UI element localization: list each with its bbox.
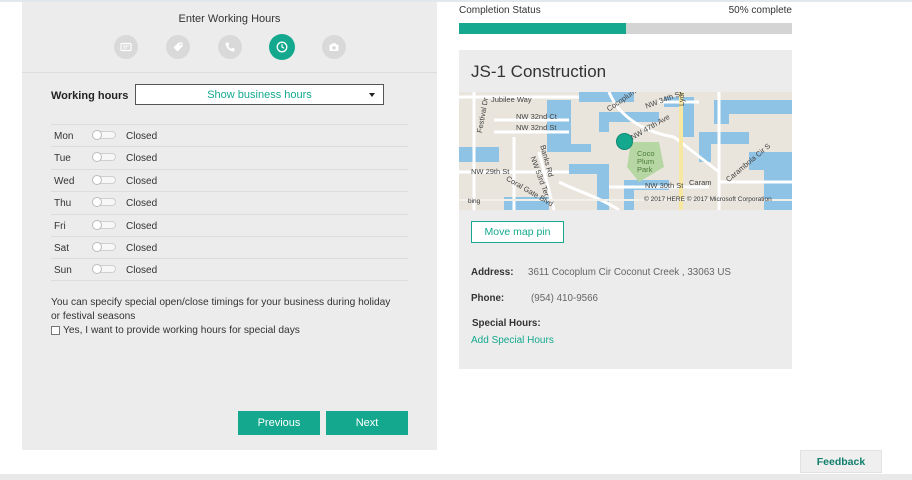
day-name: Fri xyxy=(54,220,66,232)
map-copyright: © 2017 HERE © 2017 Microsoft Corporation xyxy=(644,196,772,203)
map-label-jubilee: Jubilee Way xyxy=(491,95,532,104)
special-days-description: You can specify special open/close timin… xyxy=(51,297,391,322)
day-status: Closed xyxy=(126,265,158,277)
toggle-knob xyxy=(92,174,102,185)
business-hours-select-value: Show business hours xyxy=(207,88,312,101)
day-toggle[interactable] xyxy=(92,241,116,252)
toggle-knob xyxy=(92,264,102,275)
step-id-card-icon[interactable] xyxy=(114,35,138,59)
working-hours-label: Working hours xyxy=(51,90,129,102)
completion-progress-bar xyxy=(459,23,792,34)
phone-value: (954) 410-9566 xyxy=(531,293,598,304)
toggle-knob xyxy=(92,241,102,252)
completion-percent-text: 50% complete xyxy=(728,5,792,16)
day-toggle[interactable] xyxy=(92,174,116,185)
special-days-checkbox[interactable] xyxy=(51,326,60,335)
bing-logo: bing xyxy=(468,198,481,205)
camera-icon xyxy=(329,43,339,51)
move-map-pin-button[interactable]: Move map pin xyxy=(471,221,564,243)
toggle-knob xyxy=(92,219,102,230)
feedback-button[interactable]: Feedback xyxy=(800,450,882,473)
map-label-nw30: NW 30th St xyxy=(645,181,684,190)
day-row-wed: Wed Closed xyxy=(51,168,408,191)
toggle-knob xyxy=(92,197,102,208)
clock-icon xyxy=(276,41,288,53)
completion-status-label: Completion Status xyxy=(459,5,541,16)
day-status: Closed xyxy=(126,220,158,232)
day-name: Tue xyxy=(54,153,71,165)
chevron-down-icon xyxy=(369,93,375,97)
toggle-knob xyxy=(92,152,102,163)
day-toggle[interactable] xyxy=(92,219,116,230)
map-background xyxy=(459,92,792,210)
map-label-nw32st: NW 32nd St xyxy=(516,123,557,132)
next-button[interactable]: Next xyxy=(326,411,408,435)
day-status: Closed xyxy=(126,153,158,165)
completion-progress-fill xyxy=(459,23,626,34)
step-clock-icon[interactable] xyxy=(269,34,295,60)
step-tag-icon[interactable] xyxy=(166,35,190,59)
day-status: Closed xyxy=(126,198,158,210)
day-toggle[interactable] xyxy=(92,264,116,275)
add-special-hours-link[interactable]: Add Special Hours xyxy=(471,335,554,346)
special-days-checkbox-label: Yes, I want to provide working hours for… xyxy=(63,325,300,336)
day-status: Closed xyxy=(126,242,158,254)
step-camera-icon[interactable] xyxy=(322,35,346,59)
business-map[interactable]: Jubilee Way Festival Dr NW 32nd Ct NW 32… xyxy=(459,92,792,210)
bottom-bar xyxy=(0,474,912,480)
address-value: 3611 Cocoplum Cir Coconut Creek , 33063 … xyxy=(528,267,731,278)
phone-label: Phone: xyxy=(471,293,505,304)
day-toggle[interactable] xyxy=(92,130,116,140)
day-name: Thu xyxy=(54,198,72,210)
days-list: Mon Closed Tue Closed Wed Closed Thu Clo… xyxy=(51,124,408,281)
step-phone-icon[interactable] xyxy=(218,35,242,59)
id-card-icon xyxy=(120,42,132,52)
working-hours-panel: Enter Working Hours Working hours Show b… xyxy=(22,2,437,450)
day-row-sun: Sun Closed xyxy=(51,258,408,281)
day-row-mon: Mon Closed xyxy=(51,124,408,146)
day-name: Sun xyxy=(54,265,72,277)
business-hours-select[interactable]: Show business hours xyxy=(135,84,384,105)
day-name: Sat xyxy=(54,242,70,254)
day-row-thu: Thu Closed xyxy=(51,191,408,213)
map-label-nw32ct: NW 32nd Ct xyxy=(516,112,557,121)
phone-icon xyxy=(225,42,235,52)
tag-icon xyxy=(173,42,183,52)
business-preview-card: JS-1 Construction Jubilee Way Festival D… xyxy=(459,50,792,369)
day-row-fri: Fri Closed xyxy=(51,213,408,236)
day-name: Wed xyxy=(54,175,75,187)
day-row-tue: Tue Closed xyxy=(51,146,408,168)
map-label-lyons: Lyons xyxy=(677,92,686,106)
day-row-sat: Sat Closed xyxy=(51,235,408,258)
day-toggle[interactable] xyxy=(92,197,116,208)
special-days-checkbox-row[interactable]: Yes, I want to provide working hours for… xyxy=(51,325,300,336)
day-status: Closed xyxy=(126,175,158,187)
business-name: JS-1 Construction xyxy=(471,62,607,81)
special-hours-label: Special Hours: xyxy=(472,318,541,329)
header-divider xyxy=(22,72,437,73)
day-toggle[interactable] xyxy=(92,152,116,163)
day-name: Mon xyxy=(54,131,74,142)
toggle-knob xyxy=(92,130,102,140)
previous-button[interactable]: Previous xyxy=(238,411,320,435)
address-label: Address: xyxy=(471,267,514,278)
map-label-nw29: NW 29th St xyxy=(471,167,510,176)
map-label-caram: Caram xyxy=(689,178,712,187)
step-title: Enter Working Hours xyxy=(178,13,281,25)
day-status: Closed xyxy=(126,131,158,142)
map-label-coco-park: Coco Plum Park xyxy=(637,149,655,174)
map-pin-icon[interactable] xyxy=(616,133,633,150)
